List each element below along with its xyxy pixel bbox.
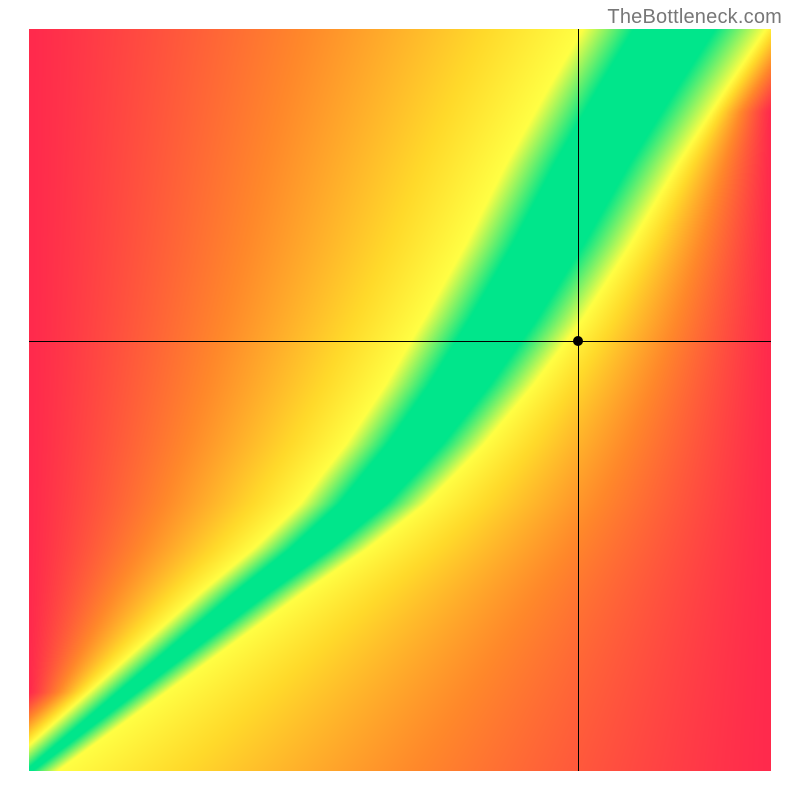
plot-area [29,29,771,771]
crosshair-horizontal [29,341,771,342]
watermark-text: TheBottleneck.com [607,6,782,29]
heatmap-canvas [29,29,771,771]
chart-container: TheBottleneck.com [0,0,800,800]
crosshair-vertical [578,29,579,771]
data-point-marker [573,336,583,346]
